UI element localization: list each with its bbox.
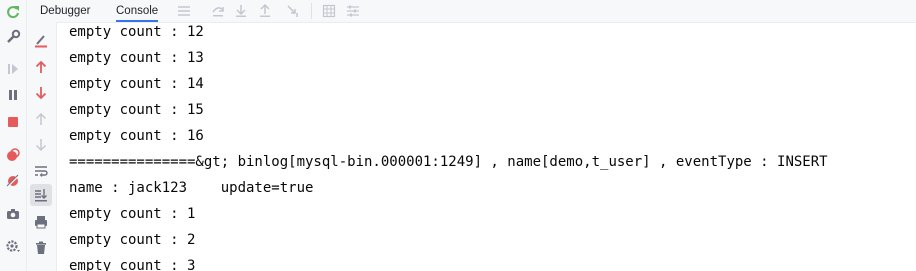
wrench-icon[interactable]: [5, 29, 21, 45]
step-out-icon[interactable]: [257, 3, 273, 19]
step-over-icon[interactable]: [210, 3, 226, 19]
rerun-icon[interactable]: [5, 4, 21, 20]
breakpoints-icon[interactable]: [5, 147, 21, 163]
tab-console[interactable]: Console: [116, 0, 159, 22]
console-line: ===============&gt; binlog[mysql-bin.000…: [69, 154, 828, 170]
console-line: empty count : 14: [69, 76, 204, 92]
console-line: name : jack123 update=true: [69, 180, 314, 196]
down-arrow-icon[interactable]: [33, 85, 49, 101]
gear-icon[interactable]: [5, 238, 21, 254]
trash-icon[interactable]: [33, 240, 49, 256]
tool-window-tabbar: Debugger Console: [27, 0, 916, 23]
mute-breakpoints-icon[interactable]: [5, 173, 21, 189]
stop-icon[interactable]: [5, 114, 21, 130]
console-line: empty count : 12: [69, 24, 204, 40]
settings-lines-icon[interactable]: [345, 3, 361, 19]
console-output[interactable]: empty count : 12 empty count : 13 empty …: [57, 22, 916, 271]
camera-icon[interactable]: [5, 206, 21, 222]
toolbar-divider: [311, 3, 312, 19]
console-line: empty count : 2: [69, 232, 196, 248]
console-line: empty count : 1: [69, 206, 196, 222]
run-to-cursor-icon[interactable]: [286, 3, 302, 19]
down-disabled-icon[interactable]: [33, 137, 49, 153]
console-line: empty count : 16: [69, 128, 204, 144]
console-line: empty count : 3: [69, 258, 196, 271]
table-icon[interactable]: [321, 3, 337, 19]
print-icon[interactable]: [33, 214, 49, 230]
clear-icon[interactable]: [33, 33, 49, 49]
debug-actions-rail: [0, 0, 27, 271]
up-disabled-icon[interactable]: [33, 111, 49, 127]
pause-icon[interactable]: [5, 87, 21, 103]
scroll-to-end-icon[interactable]: [33, 187, 49, 203]
soft-wrap-icon[interactable]: [33, 163, 49, 179]
up-arrow-icon[interactable]: [33, 59, 49, 75]
step-into-icon[interactable]: [233, 3, 249, 19]
console-line: empty count : 15: [69, 102, 204, 118]
resume-disabled-icon[interactable]: [5, 61, 21, 77]
tab-debugger[interactable]: Debugger: [40, 0, 91, 22]
console-line: empty count : 13: [69, 50, 204, 66]
menu-icon[interactable]: [176, 3, 192, 19]
